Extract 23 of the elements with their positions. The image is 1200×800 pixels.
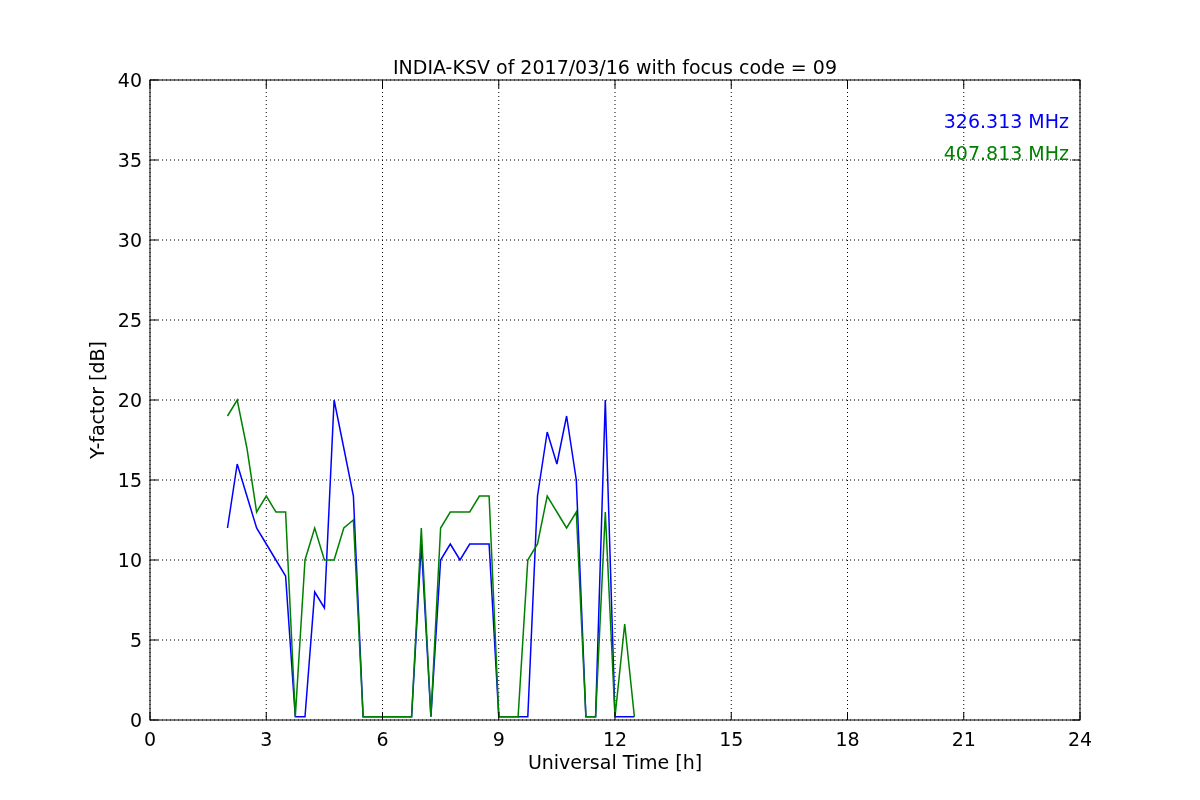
tick-label: 24 xyxy=(1067,728,1093,750)
tick-label: 25 xyxy=(117,309,142,331)
tick-label: 20 xyxy=(117,389,142,411)
tick-label: 12 xyxy=(602,728,628,750)
tick-label: 21 xyxy=(951,728,976,750)
tick-label: 15 xyxy=(117,469,142,491)
tick-label: 0 xyxy=(129,709,142,731)
tick-label: 15 xyxy=(719,728,744,750)
tick-label: 3 xyxy=(260,728,273,750)
tick-label: 5 xyxy=(129,629,142,651)
axis-label: Y-factor [dB] xyxy=(86,341,108,459)
tick-label: 30 xyxy=(117,229,142,251)
legend-label: 326.313 MHz xyxy=(943,110,1069,132)
tick-label: 0 xyxy=(143,728,157,750)
tick-label: 40 xyxy=(117,69,142,91)
legend-label: 407.813 MHz xyxy=(943,142,1069,164)
tick-label: 18 xyxy=(835,728,860,750)
tick-label: 6 xyxy=(376,728,389,750)
tick-label: 10 xyxy=(117,549,142,571)
chart-title: INDIA-KSV of 2017/03/16 with focus code = 09 xyxy=(393,56,837,78)
axis-label: Universal Time [h] xyxy=(527,751,703,773)
tick-label: 9 xyxy=(492,728,505,750)
tick-label: 35 xyxy=(117,149,142,171)
